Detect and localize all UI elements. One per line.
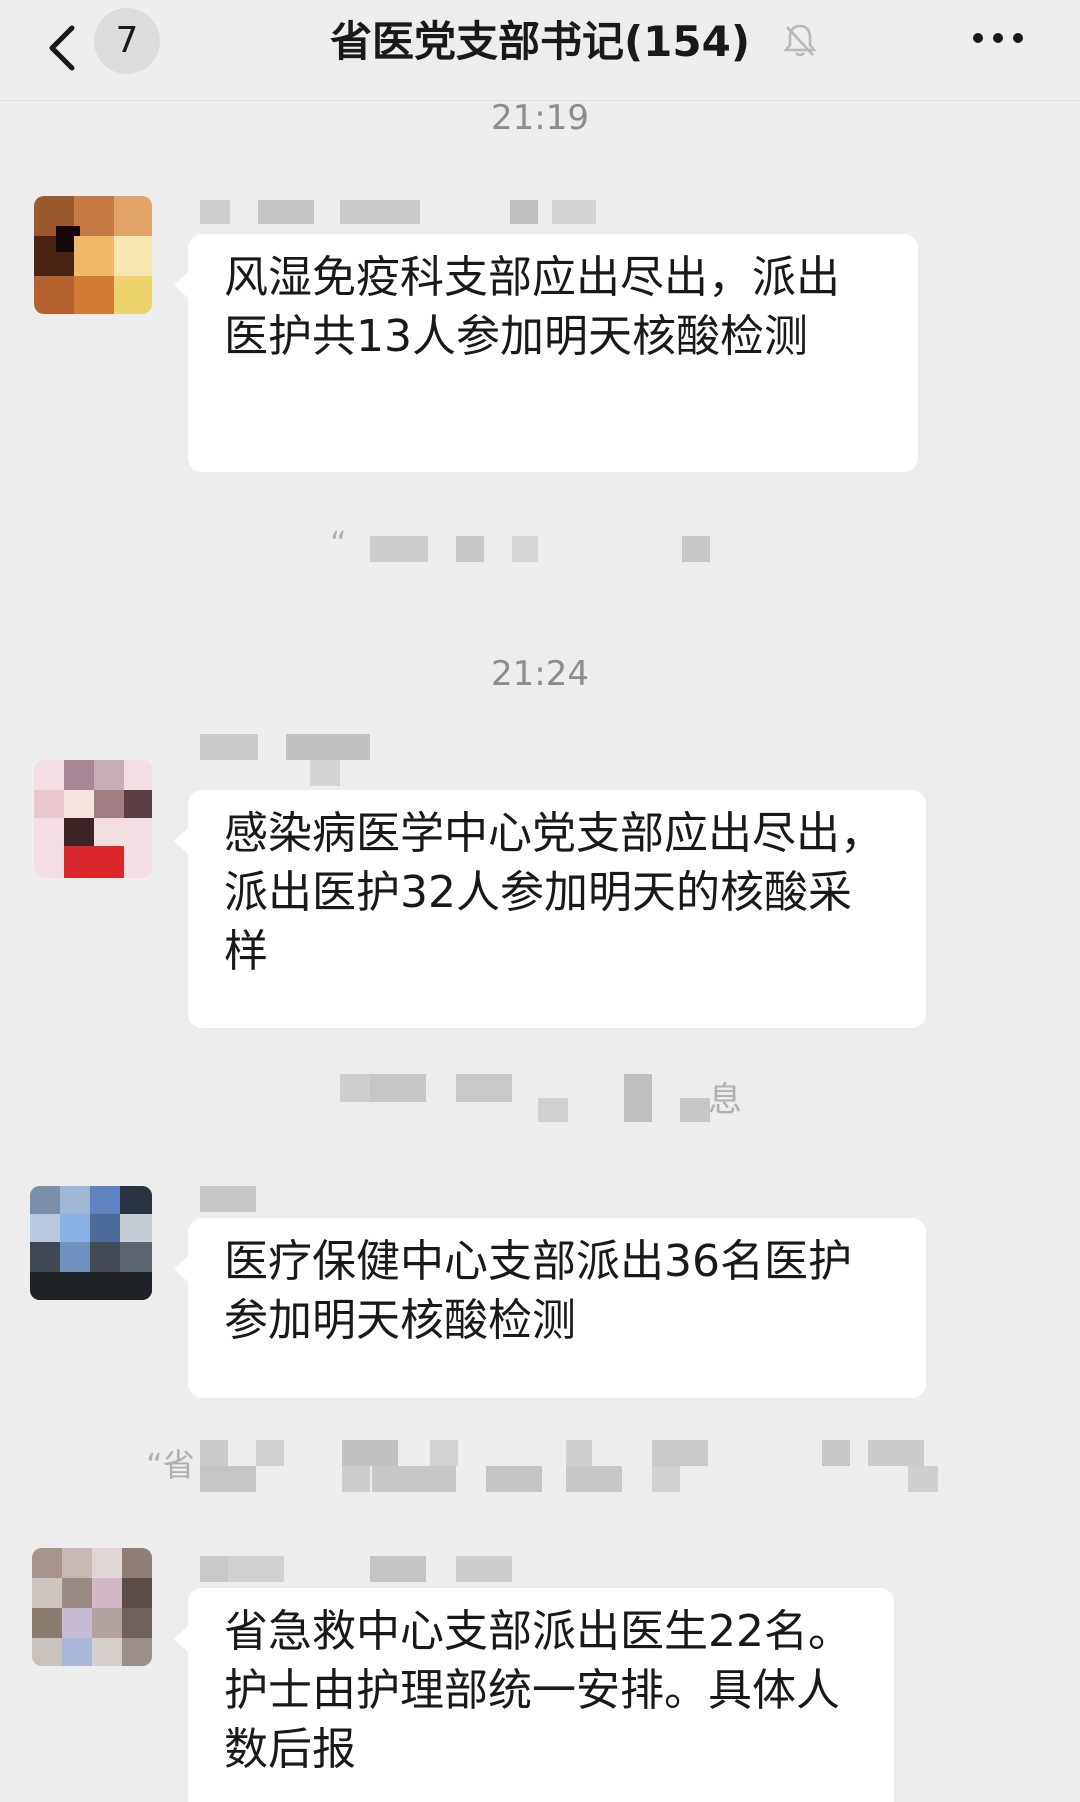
sender-name bbox=[200, 1554, 540, 1584]
chat-title: 省医党支部书记(154) bbox=[329, 17, 751, 66]
back-button[interactable] bbox=[38, 18, 98, 78]
quote-prefix: “省 bbox=[146, 1446, 195, 1484]
message-bubble[interactable]: 风湿免疫科支部应出尽出，派出医护共13人参加明天核酸检测 bbox=[174, 234, 918, 472]
message-bubble[interactable]: 省急救中心支部派出医生22名。护士由护理部统一安排。具体人数后报 bbox=[174, 1588, 894, 1802]
xi-character: 息 bbox=[708, 1080, 742, 1120]
unread-count-badge[interactable]: 7 bbox=[94, 8, 160, 74]
sender-name bbox=[200, 1184, 260, 1214]
more-button[interactable] bbox=[968, 16, 1028, 60]
timestamp: 21:24 bbox=[491, 654, 589, 694]
system-notice: “ bbox=[330, 524, 750, 564]
system-notice: 息 bbox=[340, 1068, 760, 1124]
avatar[interactable] bbox=[34, 760, 152, 878]
quote-mark: “ bbox=[330, 524, 347, 562]
sender-name bbox=[200, 196, 600, 226]
bell-off-icon bbox=[782, 22, 818, 58]
system-notice: “省 bbox=[146, 1438, 946, 1496]
chevron-left-icon bbox=[49, 25, 75, 71]
avatar[interactable] bbox=[32, 1548, 152, 1666]
sender-name bbox=[200, 732, 400, 792]
avatar[interactable] bbox=[34, 196, 152, 314]
message-bubble[interactable]: 医疗保健中心支部派出36名医护参加明天核酸检测 bbox=[174, 1218, 926, 1398]
message-bubble[interactable]: 感染病医学中心党支部应出尽出，派出医护32人参加明天的核酸采样 bbox=[174, 790, 926, 1028]
chat-header: 7 省医党支部书记(154) bbox=[0, 0, 1080, 101]
timestamp: 21:19 bbox=[491, 98, 589, 138]
avatar[interactable] bbox=[30, 1186, 152, 1300]
more-dots-icon bbox=[973, 33, 1023, 43]
